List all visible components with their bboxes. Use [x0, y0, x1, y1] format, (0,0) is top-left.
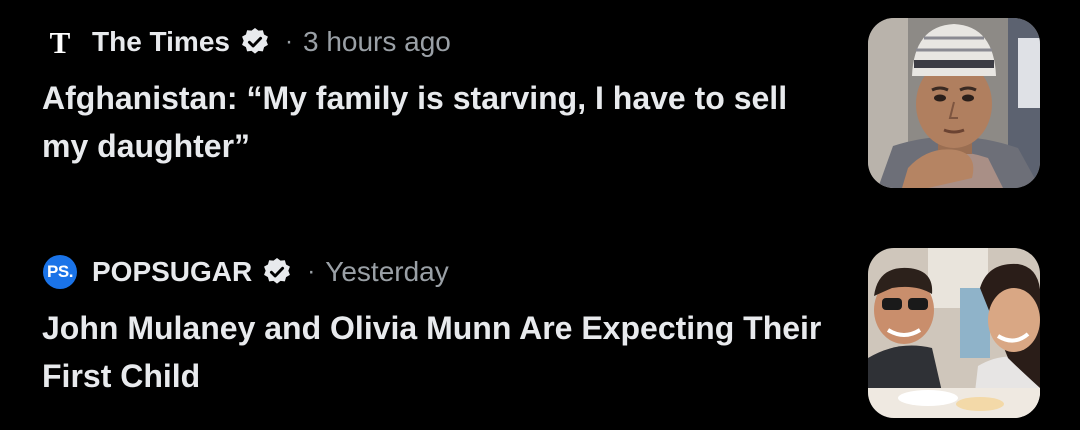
separator-dot: ·: [284, 28, 293, 55]
verified-check-icon: [264, 258, 291, 284]
source-name[interactable]: The Times: [92, 26, 230, 58]
article-meta: PS. POPSUGAR · Yesterday: [42, 252, 449, 292]
news-feed: T The Times · 3 hours ago Afghanistan: “…: [0, 0, 1080, 426]
article-card[interactable]: PS. POPSUGAR · Yesterday John Mulaney an…: [0, 230, 1080, 430]
headline[interactable]: Afghanistan: “My family is starving, I h…: [42, 74, 832, 170]
article-thumbnail[interactable]: [868, 248, 1040, 418]
source-name[interactable]: POPSUGAR: [92, 256, 252, 288]
boy-in-skullcap-photo: [868, 18, 1040, 188]
timestamp: Yesterday: [325, 256, 449, 287]
couple-smiling-photo: [868, 248, 1040, 418]
timestamp: 3 hours ago: [302, 26, 451, 57]
article-thumbnail[interactable]: [868, 18, 1040, 188]
popsugar-logo: PS.: [42, 254, 78, 290]
article-card[interactable]: T The Times · 3 hours ago Afghanistan: “…: [0, 0, 1080, 200]
headline[interactable]: John Mulaney and Olivia Munn Are Expecti…: [42, 304, 832, 400]
the-times-logo: T: [49, 24, 71, 60]
separator-dot: ·: [307, 258, 316, 285]
verified-check-icon: [242, 28, 268, 54]
article-meta: T The Times · 3 hours ago: [42, 22, 451, 62]
